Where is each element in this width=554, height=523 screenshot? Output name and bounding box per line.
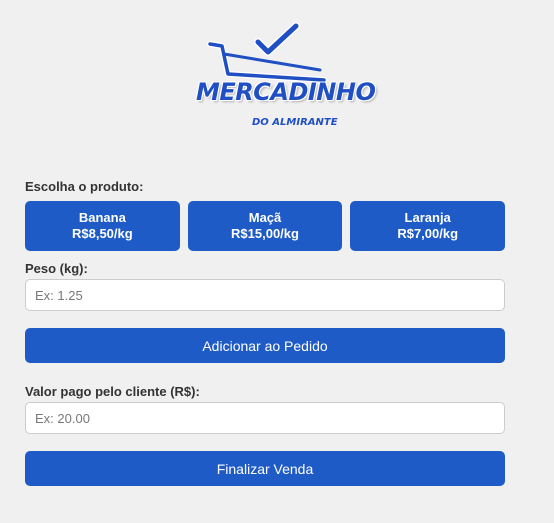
weight-input[interactable] [25,279,505,311]
finish-sale-button[interactable]: Finalizar Venda [25,451,505,486]
product-price: R$8,50/kg [71,226,133,241]
logo-title: MERCADINHO [196,78,376,106]
logo-subtitle: DO ALMIRANTE [252,117,338,128]
product-button-banana[interactable]: Banana R$8,50/kg [25,201,180,251]
payment-input[interactable] [25,402,505,434]
product-button-laranja[interactable]: Laranja R$7,00/kg [350,201,506,251]
add-to-order-button[interactable]: Adicionar ao Pedido [25,328,505,363]
product-button-group: Banana R$8,50/kg Maçã R$15,00/kg Laranja… [25,201,506,251]
product-price: R$15,00/kg [231,226,299,241]
product-price: R$7,00/kg [397,226,459,241]
payment-label: Valor pago pelo cliente (R$): [25,384,200,399]
store-logo: MERCADINHO DO ALMIRANTE [192,22,376,134]
product-section-label: Escolha o produto: [25,179,144,194]
weight-label: Peso (kg): [25,261,88,276]
product-name: Banana [78,210,126,225]
product-button-maca[interactable]: Maçã R$15,00/kg [187,201,343,251]
product-name: Maçã [248,210,282,225]
product-name: Laranja [404,210,451,225]
